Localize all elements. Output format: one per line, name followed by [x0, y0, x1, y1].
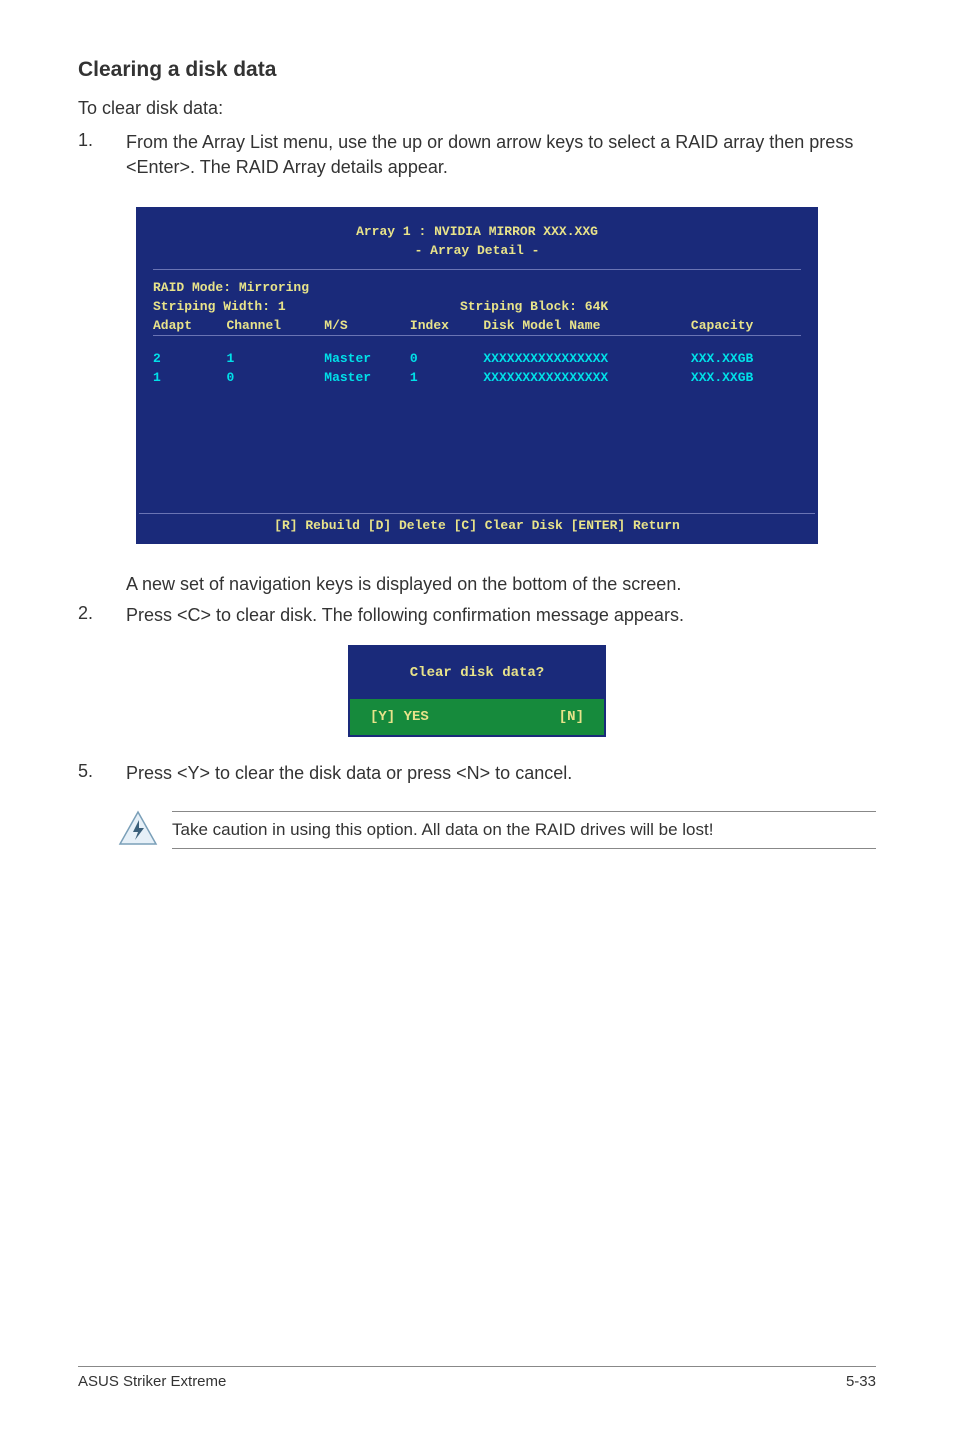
col-model: Disk Model Name [483, 316, 691, 336]
caution-text: Take caution in using this option. All d… [172, 816, 876, 844]
bios-title-line2: - Array Detail - [153, 241, 801, 261]
dialog-no-option: [N] [559, 709, 584, 725]
spacer [78, 572, 126, 596]
bios-array-detail-panel: Array 1 : NVIDIA MIRROR XXX.XXG - Array … [136, 207, 818, 545]
step-number: 5. [78, 761, 126, 785]
dialog-options: [Y] YES [N] [350, 699, 604, 735]
step-text: Press <C> to clear disk. The following c… [126, 603, 684, 627]
cell-channel: 0 [226, 368, 324, 387]
col-capacity: Capacity [691, 316, 801, 336]
col-channel: Channel [226, 316, 324, 336]
cell-ms: Master [324, 349, 410, 368]
table-row: 1 0 Master 1 XXXXXXXXXXXXXXXX XXX.XXGB [153, 368, 801, 387]
col-adapt: Adapt [153, 316, 226, 336]
table-row: 2 1 Master 0 XXXXXXXXXXXXXXXX XXX.XXGB [153, 349, 801, 368]
divider [172, 811, 876, 812]
bios-raid-mode: RAID Mode: Mirroring [153, 278, 801, 297]
footer-left: ASUS Striker Extreme [78, 1373, 226, 1390]
bios-stripe-width: Striping Width: 1 [153, 297, 460, 316]
cell-adapt: 2 [153, 349, 226, 368]
cell-model: XXXXXXXXXXXXXXXX [483, 349, 691, 368]
clear-disk-dialog: Clear disk data? [Y] YES [N] [348, 645, 606, 737]
cell-capacity: XXX.XXGB [691, 368, 801, 387]
bios-disk-table: Adapt Channel M/S Index Disk Model Name … [153, 316, 801, 388]
step-text: Press <Y> to clear the disk data or pres… [126, 761, 572, 785]
step-5: 5. Press <Y> to clear the disk data or p… [78, 761, 876, 785]
cell-channel: 1 [226, 349, 324, 368]
cell-adapt: 1 [153, 368, 226, 387]
caution-callout: Take caution in using this option. All d… [118, 807, 876, 853]
cell-model: XXXXXXXXXXXXXXXX [483, 368, 691, 387]
bios-footer-keys: [R] Rebuild [D] Delete [C] Clear Disk [E… [139, 513, 815, 541]
divider [172, 848, 876, 849]
bios-meta-table: RAID Mode: Mirroring Striping Width: 1 S… [153, 278, 801, 316]
cell-ms: Master [324, 368, 410, 387]
col-index: Index [410, 316, 483, 336]
bios-title-line1: Array 1 : NVIDIA MIRROR XXX.XXG [153, 222, 801, 242]
bios-stripe-block: Striping Block: 64K [460, 297, 801, 316]
intro-text: To clear disk data: [78, 96, 876, 120]
cell-index: 1 [410, 368, 483, 387]
lightning-warning-icon [118, 810, 158, 850]
footer-right: 5-33 [846, 1373, 876, 1390]
col-ms: M/S [324, 316, 410, 336]
after-bios-text: A new set of navigation keys is displaye… [126, 572, 681, 596]
dialog-yes-option: [Y] YES [370, 709, 429, 725]
cell-index: 0 [410, 349, 483, 368]
after-bios-text-row: A new set of navigation keys is displaye… [78, 572, 876, 596]
step-text: From the Array List menu, use the up or … [126, 130, 876, 179]
step-number: 2. [78, 603, 126, 627]
dialog-question: Clear disk data? [350, 647, 604, 699]
divider [153, 269, 801, 270]
section-heading: Clearing a disk data [78, 58, 876, 82]
step-2: 2. Press <C> to clear disk. The followin… [78, 603, 876, 627]
page-footer: ASUS Striker Extreme 5-33 [78, 1366, 876, 1390]
step-1: 1. From the Array List menu, use the up … [78, 130, 876, 179]
bios-title: Array 1 : NVIDIA MIRROR XXX.XXG - Array … [153, 220, 801, 265]
cell-capacity: XXX.XXGB [691, 349, 801, 368]
step-number: 1. [78, 130, 126, 179]
